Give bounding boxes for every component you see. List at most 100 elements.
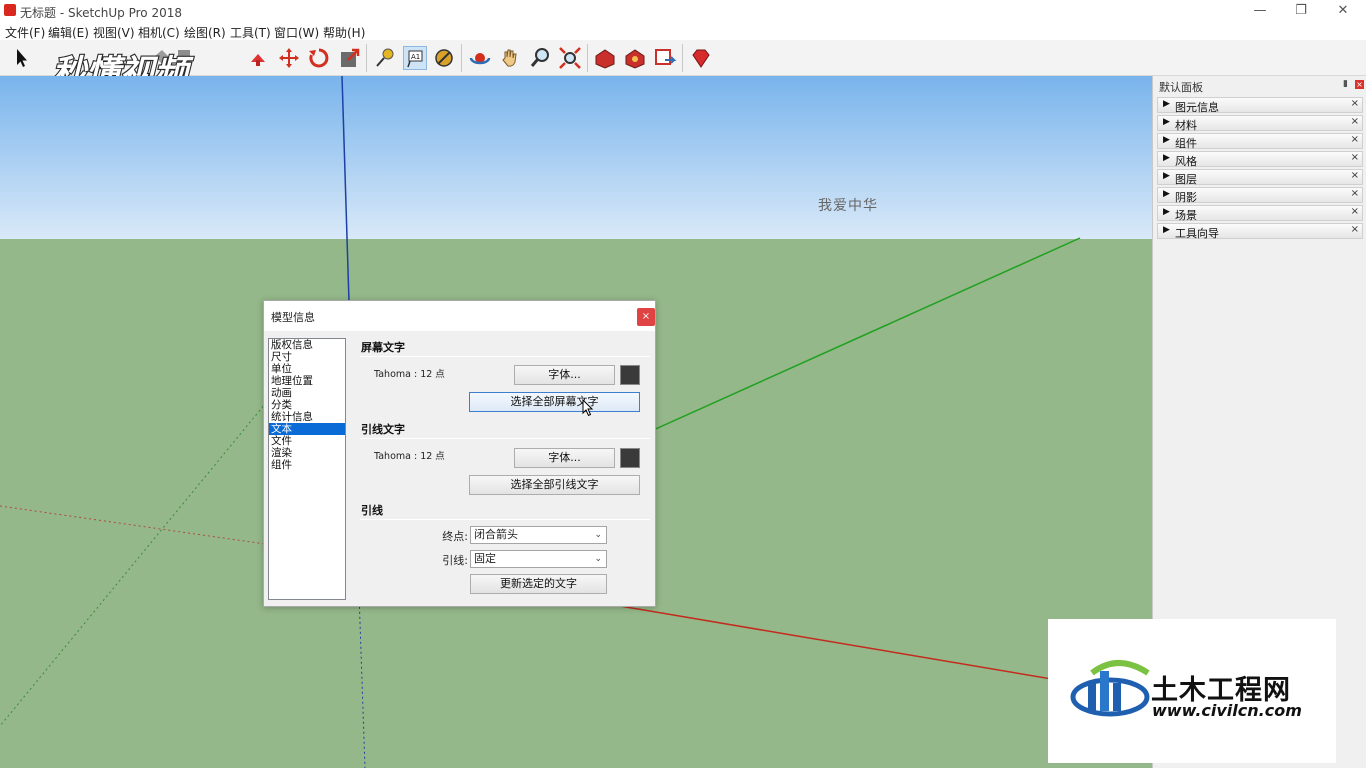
text-tool-icon[interactable]: A1 xyxy=(403,46,427,70)
paint-icon[interactable] xyxy=(432,46,456,70)
menu-window[interactable]: 窗口(W) xyxy=(274,24,319,41)
rotate-icon[interactable] xyxy=(307,46,331,70)
screen-text-font-button[interactable]: 字体... xyxy=(514,365,615,385)
pin-icon[interactable]: ▮ xyxy=(1343,79,1351,89)
screen-text-color-swatch[interactable] xyxy=(620,365,640,385)
zoom-icon[interactable] xyxy=(528,46,552,70)
expand-arrow-icon: ▶ xyxy=(1163,117,1170,127)
tray-label: 风格 xyxy=(1175,155,1197,168)
divider xyxy=(360,438,650,439)
svg-text:A1: A1 xyxy=(411,53,420,61)
menu-tools[interactable]: 工具(T) xyxy=(230,24,271,41)
category-animation[interactable]: 动画 xyxy=(269,387,345,399)
chevron-down-icon: ⌄ xyxy=(594,530,602,540)
category-rendering[interactable]: 渲染 xyxy=(269,447,345,459)
panel-close-icon[interactable]: × xyxy=(1355,80,1364,89)
expand-arrow-icon: ▶ xyxy=(1163,99,1170,109)
extension-warehouse-icon[interactable] xyxy=(623,46,647,70)
tray-label: 图层 xyxy=(1175,173,1197,186)
expand-arrow-icon: ▶ xyxy=(1163,189,1170,199)
close-window-button[interactable]: ✕ xyxy=(1322,0,1364,22)
endpoint-select[interactable]: 闭合箭头 ⌄ xyxy=(470,526,607,544)
close-icon[interactable]: × xyxy=(1351,98,1359,109)
ruby-console-icon[interactable] xyxy=(689,46,713,70)
chevron-down-icon: ⌄ xyxy=(594,554,602,564)
model-info-dialog: 模型信息 × 版权信息 尺寸 单位 地理位置 动画 分类 统计信息 文本 文件 … xyxy=(263,300,656,607)
menu-edit[interactable]: 编辑(E) xyxy=(48,24,89,41)
menu-file[interactable]: 文件(F) xyxy=(5,24,45,41)
tray-shadows[interactable]: ▶ 阴影 × xyxy=(1157,187,1363,204)
category-file[interactable]: 文件 xyxy=(269,435,345,447)
tray-materials[interactable]: ▶ 材料 × xyxy=(1157,115,1363,132)
green-axis xyxy=(639,237,1081,437)
tray-label: 工具向导 xyxy=(1175,227,1219,240)
leader-text-font-button[interactable]: 字体... xyxy=(514,448,615,468)
update-selected-text-button[interactable]: 更新选定的文字 xyxy=(470,574,607,594)
menu-draw[interactable]: 绘图(R) xyxy=(184,24,226,41)
dialog-titlebar[interactable]: 模型信息 × xyxy=(264,301,655,331)
tray-components[interactable]: ▶ 组件 × xyxy=(1157,133,1363,150)
close-icon[interactable]: × xyxy=(1351,170,1359,181)
category-geo-location[interactable]: 地理位置 xyxy=(269,375,345,387)
expand-arrow-icon: ▶ xyxy=(1163,225,1170,235)
tray-scenes[interactable]: ▶ 场景 × xyxy=(1157,205,1363,222)
3d-warehouse-icon[interactable] xyxy=(593,46,617,70)
zoom-extents-icon[interactable] xyxy=(558,46,582,70)
tray-instructor[interactable]: ▶ 工具向导 × xyxy=(1157,223,1363,240)
pan-icon[interactable] xyxy=(498,46,522,70)
dialog-title: 模型信息 xyxy=(271,311,315,324)
tray-styles[interactable]: ▶ 风格 × xyxy=(1157,151,1363,168)
close-icon[interactable]: × xyxy=(1351,134,1359,145)
close-icon[interactable]: × xyxy=(1351,116,1359,127)
menu-camera[interactable]: 相机(C) xyxy=(138,24,180,41)
toolbar-separator xyxy=(587,44,588,72)
select-all-leader-text-button[interactable]: 选择全部引线文字 xyxy=(469,475,640,495)
dialog-close-button[interactable]: × xyxy=(637,308,655,326)
panel-title: 默认面板 xyxy=(1159,81,1203,94)
minimize-button[interactable]: — xyxy=(1239,0,1281,22)
close-icon[interactable]: × xyxy=(1351,206,1359,217)
category-dimensions[interactable]: 尺寸 xyxy=(269,351,345,363)
expand-arrow-icon: ▶ xyxy=(1163,153,1170,163)
menu-help[interactable]: 帮助(H) xyxy=(323,24,365,41)
leader-select[interactable]: 固定 ⌄ xyxy=(470,550,607,568)
category-components[interactable]: 组件 xyxy=(269,459,345,471)
select-tool-icon[interactable] xyxy=(9,46,33,70)
category-text[interactable]: 文本 xyxy=(269,423,345,435)
tray-entity-info[interactable]: ▶ 图元信息 × xyxy=(1157,97,1363,114)
blue-axis xyxy=(341,76,350,303)
close-icon[interactable]: × xyxy=(1351,188,1359,199)
leader-label: 引线: xyxy=(442,554,468,567)
expand-arrow-icon: ▶ xyxy=(1163,207,1170,217)
divider xyxy=(360,356,650,357)
divider xyxy=(360,519,650,520)
move-icon[interactable] xyxy=(277,46,301,70)
expand-arrow-icon: ▶ xyxy=(1163,135,1170,145)
category-copyright[interactable]: 版权信息 xyxy=(269,339,345,351)
layout-icon[interactable] xyxy=(653,46,677,70)
window-title: 无标题 - SketchUp Pro 2018 xyxy=(20,6,182,20)
title-bar: 无标题 - SketchUp Pro 2018 — ❐ ✕ xyxy=(0,0,1366,22)
toolbar-separator xyxy=(682,44,683,72)
orbit-icon[interactable] xyxy=(468,46,492,70)
select-all-screen-text-button[interactable]: 选择全部屏幕文字 xyxy=(469,392,640,412)
restore-button[interactable]: ❐ xyxy=(1280,0,1322,22)
screen-text-font-info: Tahoma : 12 点 xyxy=(374,369,445,380)
toolbar-separator xyxy=(366,44,367,72)
leader-text-color-swatch[interactable] xyxy=(620,448,640,468)
screen-text-label[interactable]: 我爱中华 xyxy=(818,195,878,215)
scale-icon[interactable] xyxy=(338,46,362,70)
category-statistics[interactable]: 统计信息 xyxy=(269,411,345,423)
close-icon[interactable]: × xyxy=(1351,224,1359,235)
mouse-cursor-icon xyxy=(582,399,594,417)
tray-layers[interactable]: ▶ 图层 × xyxy=(1157,169,1363,186)
close-icon[interactable]: × xyxy=(1351,152,1359,163)
category-units[interactable]: 单位 xyxy=(269,363,345,375)
menu-view[interactable]: 视图(V) xyxy=(93,24,135,41)
leader-select-value: 固定 xyxy=(474,552,496,565)
category-classifications[interactable]: 分类 xyxy=(269,399,345,411)
leader-lines-heading: 引线 xyxy=(361,504,383,517)
tray-label: 组件 xyxy=(1175,137,1197,150)
tape-measure-icon[interactable] xyxy=(373,46,397,70)
tray-label: 材料 xyxy=(1175,119,1197,132)
